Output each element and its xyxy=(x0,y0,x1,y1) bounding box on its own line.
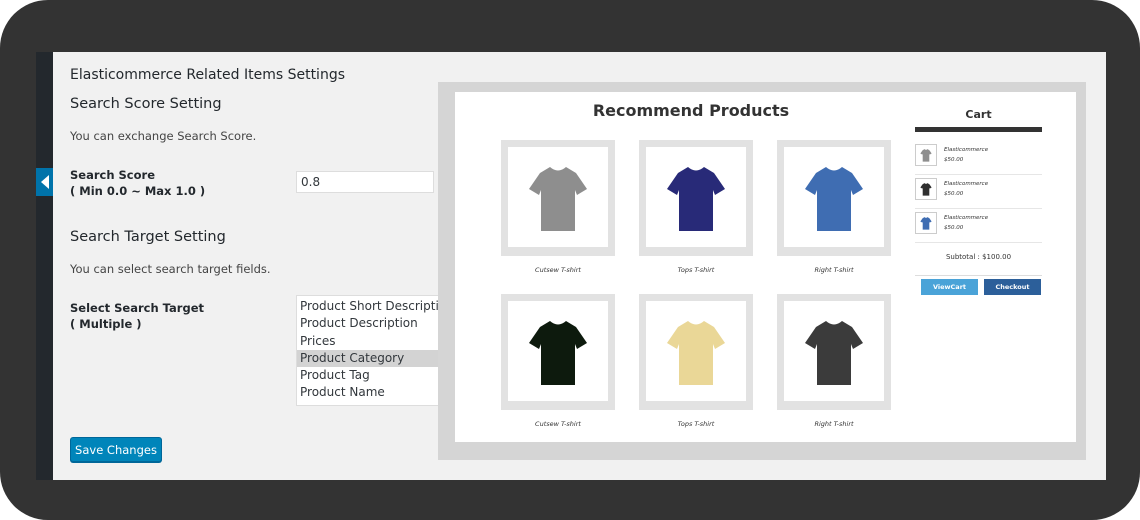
search-score-range-text: ( Min 0.0 ~ Max 1.0 ) xyxy=(70,184,206,198)
tshirt-icon xyxy=(920,217,932,230)
tshirt-icon xyxy=(920,183,932,196)
target-option-name[interactable]: Product Name xyxy=(297,384,450,401)
product-card[interactable] xyxy=(501,294,615,410)
product-image xyxy=(784,147,884,247)
admin-sidebar xyxy=(36,52,53,480)
cart-subtotal-divider xyxy=(915,275,1042,276)
search-target-description: You can select search target fields. xyxy=(70,262,271,276)
tshirt-icon xyxy=(805,321,863,385)
current-menu-indicator xyxy=(36,168,53,196)
product-name[interactable]: Cutsew T-shirt xyxy=(501,266,615,274)
search-target-label: Select Search Target ( Multiple ) xyxy=(70,300,204,332)
cart-item-price: $50.00 xyxy=(944,157,964,163)
save-changes-button[interactable]: Save Changes xyxy=(70,437,162,462)
search-score-label-text: Search Score xyxy=(70,168,155,182)
admin-screen: Elasticommerce Related Items Settings Se… xyxy=(36,52,1106,480)
search-target-select[interactable]: Product Short Description Product Descri… xyxy=(296,295,451,406)
recommend-preview: Recommend Products Cutsew T-shirt Tops T… xyxy=(455,92,1076,442)
search-target-multiple-text: ( Multiple ) xyxy=(70,317,142,331)
tshirt-icon xyxy=(805,167,863,231)
product-card[interactable] xyxy=(639,294,753,410)
cart-divider xyxy=(915,127,1042,132)
device-frame: Elasticommerce Related Items Settings Se… xyxy=(0,0,1140,520)
product-image xyxy=(508,301,608,401)
product-name[interactable]: Right T-shirt xyxy=(777,420,891,428)
target-option-prices[interactable]: Prices xyxy=(297,333,450,350)
settings-panel: Elasticommerce Related Items Settings Se… xyxy=(70,52,451,480)
product-image xyxy=(784,301,884,401)
cart-item-thumbnail xyxy=(915,212,937,234)
cart-item-price: $50.00 xyxy=(944,225,964,231)
product-name[interactable]: Tops T-shirt xyxy=(639,420,753,428)
tshirt-icon xyxy=(529,167,587,231)
target-option-description[interactable]: Product Description xyxy=(297,315,450,332)
cart-item-name: Elasticommerce xyxy=(944,147,989,153)
cart-item[interactable]: Elasticommerce $50.00 xyxy=(915,140,1042,175)
recommend-products-title: Recommend Products xyxy=(592,101,790,120)
cart-item[interactable]: Elasticommerce $50.00 xyxy=(915,208,1042,243)
target-option-tag[interactable]: Product Tag xyxy=(297,367,450,384)
product-image xyxy=(646,301,746,401)
cart-title: Cart xyxy=(965,108,992,121)
search-target-section-title: Search Target Setting xyxy=(70,229,226,245)
view-cart-button[interactable]: ViewCart xyxy=(921,279,978,295)
product-name[interactable]: Right T-shirt xyxy=(777,266,891,274)
cart-widget: Cart Elasticommerce $50.00 Elasticommerc… xyxy=(915,92,1042,302)
product-image xyxy=(646,147,746,247)
caret-left-icon xyxy=(41,175,49,189)
page-title: Elasticommerce Related Items Settings xyxy=(70,67,346,83)
product-name[interactable]: Tops T-shirt xyxy=(639,266,753,274)
cart-item-price: $50.00 xyxy=(944,191,964,197)
tshirt-icon xyxy=(667,321,725,385)
cart-item-name: Elasticommerce xyxy=(944,181,989,187)
checkout-button[interactable]: Checkout xyxy=(984,279,1041,295)
search-target-label-text: Select Search Target xyxy=(70,301,204,315)
product-card[interactable] xyxy=(777,294,891,410)
cart-subtotal: Subtotal : $100.00 xyxy=(945,253,1012,261)
search-score-label: Search Score ( Min 0.0 ~ Max 1.0 ) xyxy=(70,167,205,199)
product-name[interactable]: Cutsew T-shirt xyxy=(501,420,615,428)
product-card[interactable] xyxy=(501,140,615,256)
search-score-section-title: Search Score Setting xyxy=(70,96,222,112)
tshirt-icon xyxy=(667,167,725,231)
product-card[interactable] xyxy=(639,140,753,256)
product-image xyxy=(508,147,608,247)
search-score-input[interactable] xyxy=(296,171,434,193)
cart-item-thumbnail xyxy=(915,178,937,200)
tshirt-icon xyxy=(920,149,932,162)
tshirt-icon xyxy=(529,321,587,385)
cart-item-name: Elasticommerce xyxy=(944,215,989,221)
search-score-description: You can exchange Search Score. xyxy=(70,129,257,143)
product-card[interactable] xyxy=(777,140,891,256)
target-option-short-description[interactable]: Product Short Description xyxy=(297,298,450,315)
target-option-category[interactable]: Product Category xyxy=(297,349,450,368)
cart-item[interactable]: Elasticommerce $50.00 xyxy=(915,174,1042,209)
cart-item-thumbnail xyxy=(915,144,937,166)
